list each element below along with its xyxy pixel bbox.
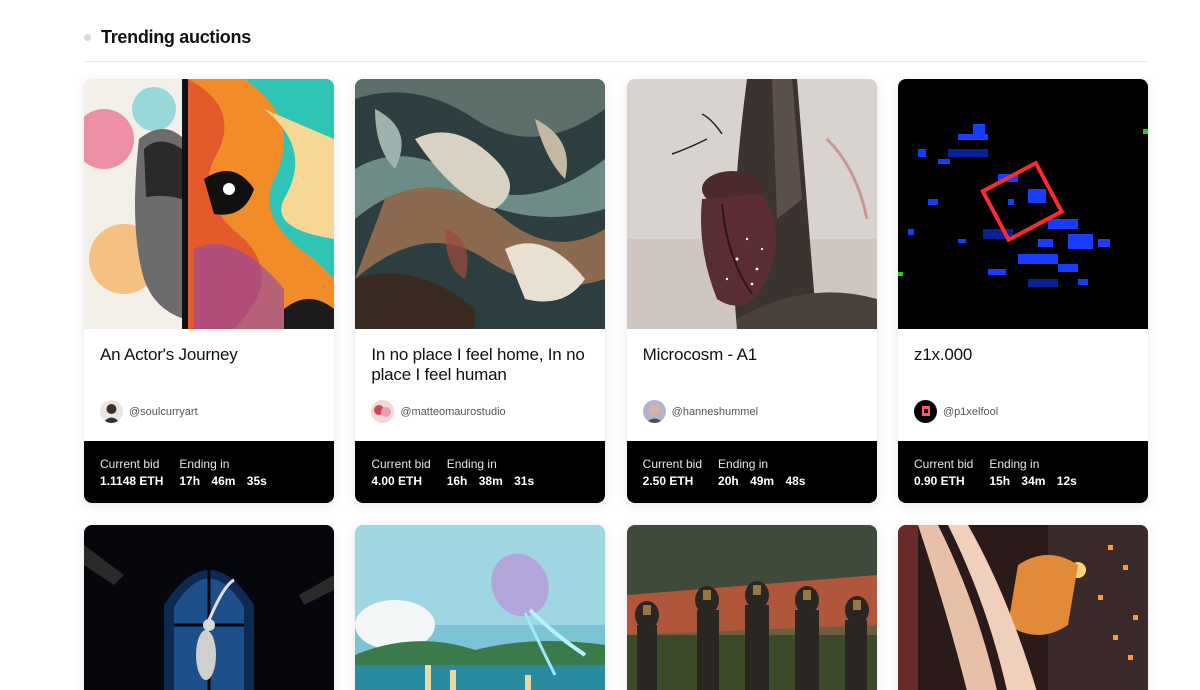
creator[interactable]: @p1xelfool	[913, 400, 998, 423]
ending-in: Ending in 20h 49m 48s	[718, 456, 805, 503]
countdown-minutes: 34m	[1021, 474, 1046, 488]
current-bid: Current bid 1.1148 ETH	[100, 456, 163, 503]
current-bid-label: Current bid	[100, 457, 160, 471]
current-bid-value: 1.1148 ETH	[100, 474, 164, 488]
card-body: In no place I feel home, In no place I f…	[355, 329, 605, 441]
countdown-seconds: 35s	[246, 474, 267, 488]
auction-card[interactable]	[626, 525, 877, 690]
creator-handle[interactable]: @p1xelfool	[943, 406, 998, 418]
auction-card[interactable]	[897, 525, 1148, 690]
card-body: An Actor's Journey @soulcurryart	[84, 329, 334, 441]
countdown-minutes: 46m	[211, 474, 236, 488]
current-bid: Current bid 4.00 ETH	[371, 456, 430, 503]
current-bid: Current bid 0.90 ETH	[914, 456, 973, 503]
header-divider	[84, 61, 1148, 62]
card-body: z1x.000 @p1xelfool	[898, 329, 1148, 441]
creator[interactable]: @matteomaurostudio	[371, 400, 506, 423]
countdown-minutes: 49m	[750, 474, 775, 488]
artwork-image[interactable]	[626, 525, 877, 690]
creator-handle[interactable]: @matteomaurostudio	[400, 406, 505, 418]
avatar[interactable]	[100, 400, 123, 423]
auction-grid: An Actor's Journey @soulcurryart Current…	[84, 79, 1148, 690]
artwork-image[interactable]	[897, 79, 1148, 329]
ending-in: Ending in 15h 34m 12s	[989, 456, 1076, 503]
card-footer: Current bid 4.00 ETH Ending in 16h 38m 3…	[355, 441, 606, 503]
auction-card[interactable]: An Actor's Journey @soulcurryart Current…	[84, 79, 334, 503]
creator-handle[interactable]: @hanneshummel	[672, 406, 758, 418]
auction-card[interactable]: z1x.000 @p1xelfool Current bid 0.90 ETH …	[897, 79, 1148, 503]
countdown-seconds: 12s	[1056, 474, 1077, 488]
ending-in-label: Ending in	[179, 457, 230, 471]
countdown-hours: 16h	[446, 474, 468, 488]
current-bid-value: 4.00 ETH	[371, 474, 423, 488]
card-footer: Current bid 0.90 ETH Ending in 15h 34m 1…	[897, 441, 1148, 503]
countdown-seconds: 48s	[785, 474, 806, 488]
artwork-title[interactable]: z1x.000	[914, 345, 1132, 365]
countdown-hours: 15h	[989, 474, 1011, 488]
ending-in: Ending in 17h 46m 35s	[179, 456, 266, 503]
section-title: Trending auctions	[101, 26, 251, 47]
artwork-title[interactable]: An Actor's Journey	[100, 345, 318, 365]
artwork-title[interactable]: In no place I feel home, In no place I f…	[371, 345, 589, 385]
countdown: 17h 46m 35s	[179, 472, 266, 490]
current-bid-label: Current bid	[913, 457, 974, 471]
artwork-image[interactable]	[897, 525, 1148, 690]
countdown-hours: 20h	[718, 474, 739, 488]
avatar[interactable]	[371, 400, 395, 423]
avatar[interactable]	[642, 400, 666, 423]
current-bid-label: Current bid	[371, 457, 431, 471]
artwork-image[interactable]	[84, 79, 334, 329]
ending-in-label: Ending in	[718, 457, 769, 471]
countdown: 16h 38m 31s	[447, 472, 534, 490]
artwork-image[interactable]	[626, 79, 877, 329]
current-bid: Current bid 2.50 ETH	[643, 456, 702, 503]
auction-card[interactable]: Microcosm - A1 @hanneshummel Current bid…	[626, 79, 877, 503]
auction-card[interactable]	[355, 525, 606, 690]
creator[interactable]: @hanneshummel	[642, 400, 758, 423]
countdown: 20h 49m 48s	[718, 472, 805, 490]
section-header: Trending auctions	[84, 22, 251, 52]
card-footer: Current bid 1.1148 ETH Ending in 17h 46m…	[84, 441, 334, 503]
current-bid-label: Current bid	[642, 457, 703, 471]
current-bid-value: 0.90 ETH	[913, 474, 965, 488]
auction-card[interactable]: In no place I feel home, In no place I f…	[355, 79, 606, 503]
countdown-hours: 17h	[179, 474, 201, 488]
header-dot-icon	[84, 33, 91, 41]
artwork-title[interactable]: Microcosm - A1	[643, 345, 861, 365]
countdown-seconds: 31s	[514, 474, 535, 488]
artwork-image[interactable]	[355, 525, 606, 690]
ending-in-label: Ending in	[446, 457, 497, 471]
auction-card[interactable]	[84, 525, 334, 690]
current-bid-value: 2.50 ETH	[642, 474, 694, 488]
creator-handle[interactable]: @soulcurryart	[129, 406, 198, 418]
avatar[interactable]	[913, 400, 937, 423]
card-body: Microcosm - A1 @hanneshummel	[627, 329, 877, 441]
countdown: 15h 34m 12s	[989, 472, 1076, 490]
artwork-image[interactable]	[355, 79, 606, 329]
card-footer: Current bid 2.50 ETH Ending in 20h 49m 4…	[626, 441, 877, 503]
countdown-minutes: 38m	[478, 474, 503, 488]
creator[interactable]: @soulcurryart	[100, 400, 198, 423]
ending-in-label: Ending in	[989, 457, 1040, 471]
ending-in: Ending in 16h 38m 31s	[447, 456, 534, 503]
artwork-image[interactable]	[84, 525, 334, 690]
